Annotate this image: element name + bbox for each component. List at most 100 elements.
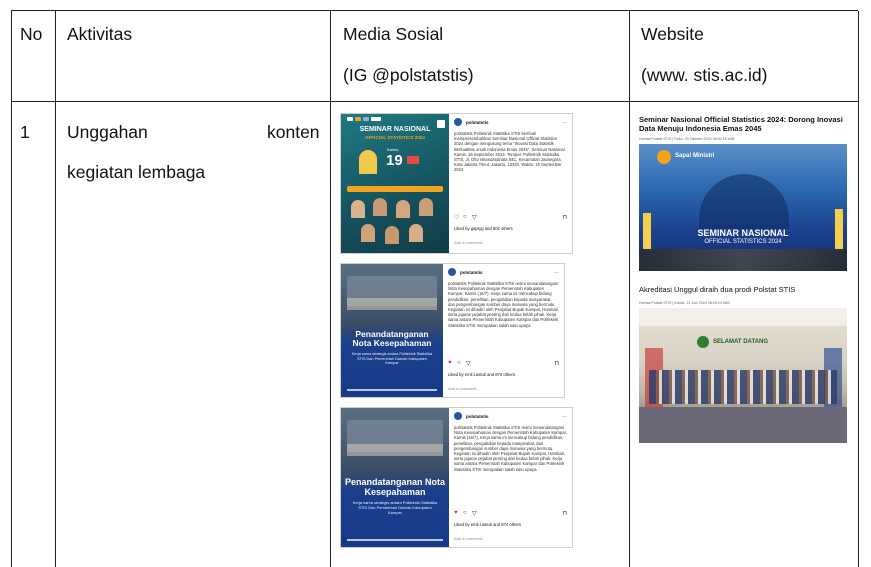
article-title[interactable]: Seminar Nasional Official Statistics 202… — [639, 115, 849, 133]
post-caption: polstatstis Politeknik Statistika STIS r… — [454, 425, 567, 472]
article-meta: Humas Polstat STIS | Rabu, 25 Oktober 20… — [639, 137, 735, 141]
stage-emblem — [699, 174, 789, 229]
row-divider — [12, 101, 858, 102]
speaker-photo — [409, 224, 423, 242]
mou-poster-subtitle: Kerja sama strategis antara Politeknik S… — [352, 500, 438, 515]
audience-row — [639, 249, 847, 271]
speaker-photo — [396, 200, 410, 218]
logo-icon — [657, 150, 671, 164]
banner-title: SEMINAR NASIONAL — [697, 228, 789, 238]
header-aktivitas: Aktivitas — [67, 24, 133, 44]
likes-count[interactable]: Liked by emil.t.astuti and 874 others — [448, 372, 515, 377]
header-no: No — [20, 24, 43, 44]
decor-flowers — [643, 213, 651, 249]
more-options-icon[interactable]: ··· — [555, 270, 560, 275]
avatar[interactable] — [454, 118, 462, 126]
like-icon[interactable]: ♥ — [454, 510, 458, 517]
header-media-sosial: Media Sosial — [343, 24, 444, 44]
seminar-poster-subtitle: OFFICIAL STATISTICS 2024 — [365, 135, 425, 140]
username[interactable]: polstatstis — [466, 414, 489, 419]
poster-footer-bar — [347, 389, 437, 391]
share-icon[interactable]: ▽ — [472, 214, 477, 221]
header-website-url: (www. stis.ac.id) — [641, 65, 768, 85]
column-divider — [858, 11, 859, 567]
save-icon[interactable]: ⊓ — [554, 360, 559, 367]
username[interactable]: polstatstis — [466, 120, 489, 125]
ceremony-photo — [347, 444, 443, 456]
sponsor-logos — [347, 117, 381, 121]
save-icon[interactable]: ⊓ — [562, 510, 567, 517]
youtube-icon — [407, 156, 419, 164]
mou-photo-image: Penandatanganan Nota Kesepahaman Kerja s… — [341, 264, 443, 397]
post-caption: polstatstis Politeknik Statistika STIS k… — [454, 131, 565, 173]
like-icon[interactable]: ♥ — [448, 360, 452, 367]
save-icon[interactable]: ⊓ — [562, 214, 567, 221]
header-media-handle: (IG @polstatstis) — [343, 65, 474, 85]
group-photo: SELAMAT DATANG — [639, 308, 847, 443]
seminar-poster-title: SEMINAR NASIONAL — [359, 126, 431, 133]
comment-icon[interactable]: ○ — [463, 214, 467, 220]
speaker-photo — [359, 150, 377, 174]
column-divider — [55, 11, 56, 567]
mou-poster-title: Penandatanganan Nota Kesepahaman — [352, 329, 432, 348]
mou-poster-title: Penandatanganan Nota Kesepahaman — [345, 477, 446, 497]
post-actions: ♥ ○ ▽ ⊓ — [448, 360, 559, 367]
speaker-photo — [419, 198, 433, 216]
post-header: polstatstis ··· — [454, 412, 567, 420]
post-caption: polstatstis Politeknik Statistika STIS r… — [448, 281, 559, 328]
comment-icon[interactable]: ○ — [457, 360, 461, 366]
article-title[interactable]: Akreditasi Unggul diraih dua prodi Polst… — [639, 285, 849, 295]
more-options-icon[interactable]: ··· — [563, 120, 568, 125]
instagram-post-side: polstatstis ··· polstatstis Politeknik S… — [449, 408, 572, 547]
post-actions: ♥ ○ ▽ ⊓ — [454, 510, 567, 517]
add-comment-input[interactable]: Add a comment... — [454, 536, 485, 541]
speaker-photo — [373, 198, 387, 216]
instagram-post-side: polstatstis ··· polstatstis Politeknik S… — [443, 264, 564, 397]
share-icon[interactable]: ▽ — [472, 510, 477, 517]
comment-icon[interactable]: ○ — [463, 510, 467, 516]
banner-subtitle: OFFICIAL STATISTICS 2024 — [704, 239, 782, 245]
add-comment-input[interactable]: Add a comment... — [454, 240, 485, 245]
post-header: polstatstis ··· — [454, 118, 567, 126]
activity-line-2: kegiatan lembaga — [67, 162, 206, 182]
logo-icon — [697, 336, 709, 348]
seminar-poster-image: SEMINAR NASIONAL OFFICIAL STATISTICS 202… — [341, 114, 449, 253]
article-meta: Humas Polstat STIS | Kamis, 13 Juni 2024… — [639, 301, 730, 305]
mou-poster-subtitle: Kerja sama strategis antara Politeknik S… — [351, 352, 433, 366]
speaker-photo — [361, 224, 375, 242]
column-divider — [330, 11, 331, 567]
column-divider — [629, 11, 630, 567]
seminar-date-day: 19 — [386, 152, 403, 169]
avatar[interactable] — [448, 268, 456, 276]
ceremony-photo — [347, 298, 437, 310]
likes-count[interactable]: Liked by gapryg and 602 others — [454, 226, 513, 231]
activity-word-2: konten — [267, 122, 320, 142]
add-comment-input[interactable]: Add a comment... — [448, 386, 479, 391]
header-website: Website — [641, 24, 704, 44]
like-icon[interactable]: ♡ — [454, 214, 459, 221]
people-group — [649, 370, 837, 404]
username[interactable]: polstatstis — [460, 270, 483, 275]
banner-small-text: Sapa! Ministri — [675, 153, 715, 159]
instagram-post-mou-duplicate[interactable]: Penandatanganan Nota Kesepahaman Kerja s… — [340, 407, 573, 548]
instagram-post-mou[interactable]: Penandatanganan Nota Kesepahaman Kerja s… — [340, 263, 565, 398]
instagram-post-seminar[interactable]: SEMINAR NASIONAL OFFICIAL STATISTICS 202… — [340, 113, 573, 254]
speaker-photo — [385, 226, 399, 244]
decor-flowers — [835, 209, 843, 249]
banner-small-text: SELAMAT DATANG — [713, 339, 768, 345]
ceiling — [639, 308, 847, 326]
post-actions: ♡ ○ ▽ ⊓ — [454, 214, 567, 221]
avatar[interactable] — [454, 412, 462, 420]
poster-banner-bar — [347, 186, 443, 192]
seminar-banner-photo: Sapa! Ministri SEMINAR NASIONAL OFFICIAL… — [639, 144, 847, 271]
instagram-post-side: polstatstis ··· polstatstis Politeknik S… — [449, 114, 572, 253]
poster-footer-bar — [347, 539, 443, 541]
mou-photo-image: Penandatanganan Nota Kesepahaman Kerja s… — [341, 408, 449, 547]
row-number: 1 — [20, 122, 30, 142]
share-icon[interactable]: ▽ — [466, 360, 471, 367]
more-options-icon[interactable]: ··· — [563, 414, 568, 419]
activity-word-1: Unggahan — [67, 122, 148, 142]
likes-count[interactable]: Liked by emil.t.astuti and 874 others — [454, 522, 521, 527]
floor — [639, 407, 847, 443]
speaker-photo — [351, 200, 365, 218]
